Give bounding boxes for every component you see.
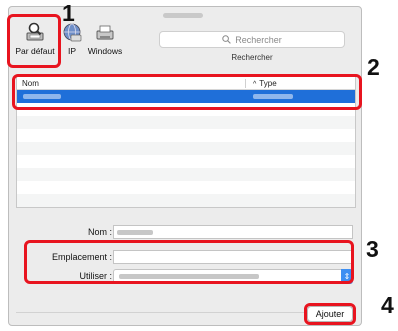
list-row [17, 142, 355, 155]
list-row [17, 129, 355, 142]
callout-number-2: 2 [367, 54, 380, 80]
windows-printer-icon [96, 25, 114, 40]
highlight-box-3 [24, 240, 354, 284]
tab-ip[interactable]: IP [59, 21, 85, 67]
search-input[interactable]: Rechercher [159, 31, 345, 48]
tab-windows[interactable]: Windows [85, 21, 125, 67]
highlight-box-1 [7, 14, 61, 68]
tab-windows-label: Windows [87, 46, 123, 56]
name-value-blurred [117, 230, 153, 235]
callout-number-4: 4 [381, 292, 394, 318]
search-caption: Rechercher [231, 53, 273, 62]
list-row [17, 116, 355, 129]
name-label: Nom : [87, 227, 112, 237]
callout-number-3: 3 [366, 236, 379, 262]
list-row [17, 181, 355, 194]
search-icon [222, 35, 232, 44]
page: Par défaut IP Windows Rechercher Recherc… [0, 0, 398, 331]
callout-number-1: 1 [62, 0, 75, 26]
highlight-box-2 [12, 74, 362, 110]
search-placeholder: Rechercher [235, 34, 282, 45]
tab-ip-label: IP [67, 46, 77, 56]
list-row [17, 168, 355, 181]
list-row [17, 155, 355, 168]
highlight-box-4 [304, 303, 356, 325]
name-field[interactable] [113, 225, 353, 239]
list-row [17, 194, 355, 207]
